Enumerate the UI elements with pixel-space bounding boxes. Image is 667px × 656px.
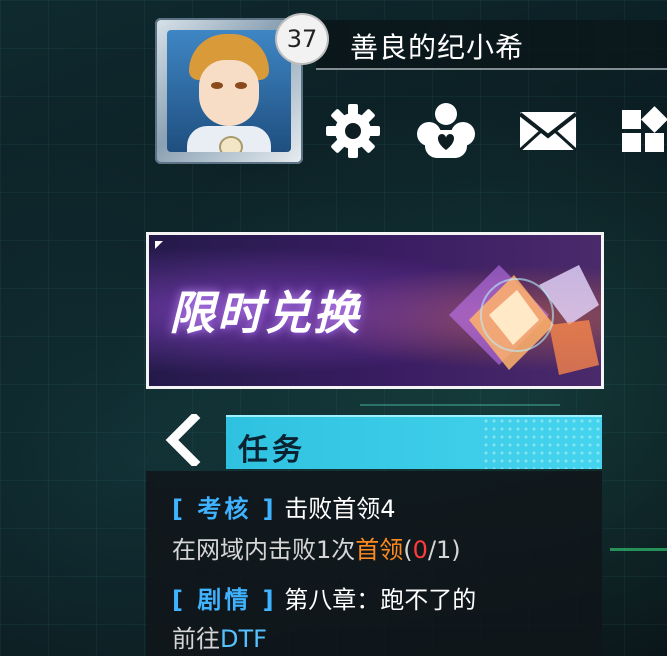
gear-icon[interactable]	[322, 100, 384, 162]
avatar-face	[199, 60, 259, 126]
quest-description: 在网域内击败1次首领(0/1)	[172, 530, 461, 565]
avatar-portrait	[167, 30, 291, 152]
background-glow-line	[610, 548, 667, 551]
quest-desc-text: 在网域内击败1次	[172, 536, 356, 564]
quest-tab-label: 任务	[238, 433, 306, 468]
quest-progress-open: (	[403, 536, 413, 564]
quest-tag: [ 考核 ]	[172, 495, 277, 523]
list-item[interactable]: [ 考核 ] 击败首领4	[172, 489, 396, 524]
tab-quest[interactable]: 任务	[226, 415, 602, 469]
limited-exchange-banner[interactable]: 限时兑换	[146, 232, 604, 389]
quest-description: 前往DTF	[172, 619, 267, 654]
background-glow-line	[360, 404, 560, 406]
avatar-gem	[219, 136, 243, 152]
player-name: 善良的纪小希	[350, 31, 525, 64]
menu-grid-icon[interactable]	[620, 100, 667, 162]
avatar-eye	[235, 82, 247, 89]
friends-icon[interactable]	[415, 100, 477, 162]
list-item[interactable]: [ 剧情 ] 第八章：跑不了的	[172, 580, 476, 615]
crystal-reward-art	[449, 265, 599, 375]
banner-title: 限时兑换	[169, 286, 361, 340]
banner-corner-mark	[155, 241, 163, 249]
player-level-badge: 37	[277, 15, 327, 63]
quest-tag: [ 剧情 ]	[172, 586, 277, 614]
quest-progress-current: 0	[412, 536, 428, 564]
quest-title: 击败首领4	[284, 495, 396, 523]
quest-desc-highlight: DTF	[220, 625, 267, 653]
avatar-eye	[211, 82, 223, 89]
quest-desc-highlight: 首领	[355, 536, 404, 564]
quest-progress-total: /1)	[427, 536, 461, 564]
quest-desc-text: 前往	[172, 625, 220, 653]
mail-icon[interactable]	[517, 100, 579, 162]
quest-title: 第八章：跑不了的	[284, 586, 477, 614]
back-arrow-icon[interactable]	[160, 414, 206, 466]
